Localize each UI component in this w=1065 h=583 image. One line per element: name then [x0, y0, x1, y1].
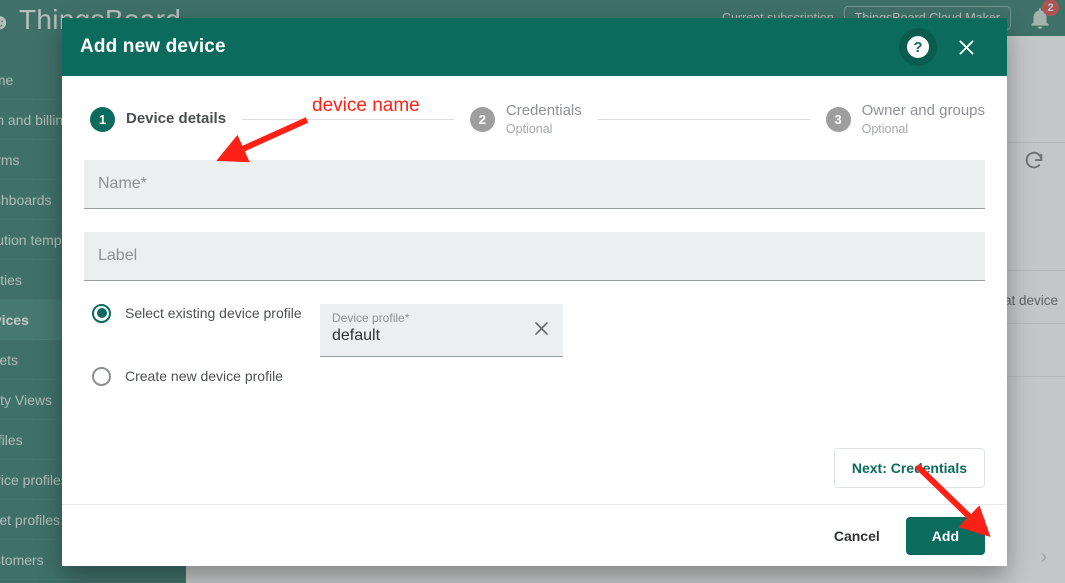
step-device-details[interactable]: 1 Device details	[90, 107, 227, 133]
question-mark-icon: ?	[907, 36, 929, 58]
close-dialog-button[interactable]	[949, 30, 983, 64]
close-icon	[534, 322, 548, 335]
step-number: 3	[825, 107, 851, 133]
next-credentials-button[interactable]: Next: Credentials	[833, 448, 985, 488]
radio-icon	[92, 303, 111, 323]
device-profile-value: default	[332, 326, 381, 344]
label-field-placeholder: Label	[98, 246, 138, 264]
step-sublabel: Optional	[861, 121, 909, 136]
device-profile-mode-group: Select existing device profile Create ne…	[84, 303, 985, 431]
step-label: Credentials	[505, 102, 582, 119]
step-connector	[597, 119, 810, 121]
step-sublabel: Optional	[505, 121, 553, 136]
close-icon	[958, 39, 974, 55]
name-field-placeholder: Name*	[98, 174, 147, 192]
radio-label: Select existing device profile	[125, 304, 302, 321]
next-button-wrap: Next: Credentials	[833, 448, 985, 488]
step-connector	[242, 119, 454, 121]
add-new-device-dialog: Add new device ? 1 Device details 2 Cred…	[62, 18, 1007, 566]
help-button[interactable]: ?	[899, 28, 937, 66]
step-owner-and-groups[interactable]: 3 Owner and groups Optional	[825, 102, 985, 138]
radio-icon	[92, 367, 111, 387]
device-profile-select[interactable]: Device profile* default	[320, 303, 563, 357]
device-profile-label: Device profile*	[332, 310, 410, 325]
label-field[interactable]: Label	[84, 231, 985, 281]
step-number: 2	[469, 107, 495, 133]
dialog-title: Add new device	[80, 36, 226, 57]
step-number: 1	[90, 107, 115, 133]
step-label: Owner and groups	[861, 102, 985, 119]
dialog-footer: Cancel Add	[62, 504, 1007, 566]
dialog-body: 1 Device details 2 Credentials Optional …	[62, 76, 1007, 504]
step-credentials[interactable]: 2 Credentials Optional	[469, 102, 582, 138]
stepper: 1 Device details 2 Credentials Optional …	[84, 102, 985, 138]
dialog-header: Add new device ?	[62, 18, 1007, 76]
add-button[interactable]: Add	[905, 516, 985, 555]
step-label: Device details	[126, 110, 227, 128]
radio-select-existing-device-profile[interactable]: Select existing device profile	[84, 303, 312, 323]
radio-create-new-device-profile[interactable]: Create new device profile	[84, 367, 312, 387]
radio-label: Create new device profile	[125, 367, 283, 384]
clear-device-profile-button[interactable]	[529, 317, 553, 341]
radio-column: Select existing device profile Create ne…	[84, 303, 312, 431]
name-field[interactable]: Name*	[84, 159, 985, 209]
cancel-button[interactable]: Cancel	[818, 518, 896, 554]
app-root: ☻ ThingsBoard Home Plan and billing Alar…	[0, 0, 1065, 583]
